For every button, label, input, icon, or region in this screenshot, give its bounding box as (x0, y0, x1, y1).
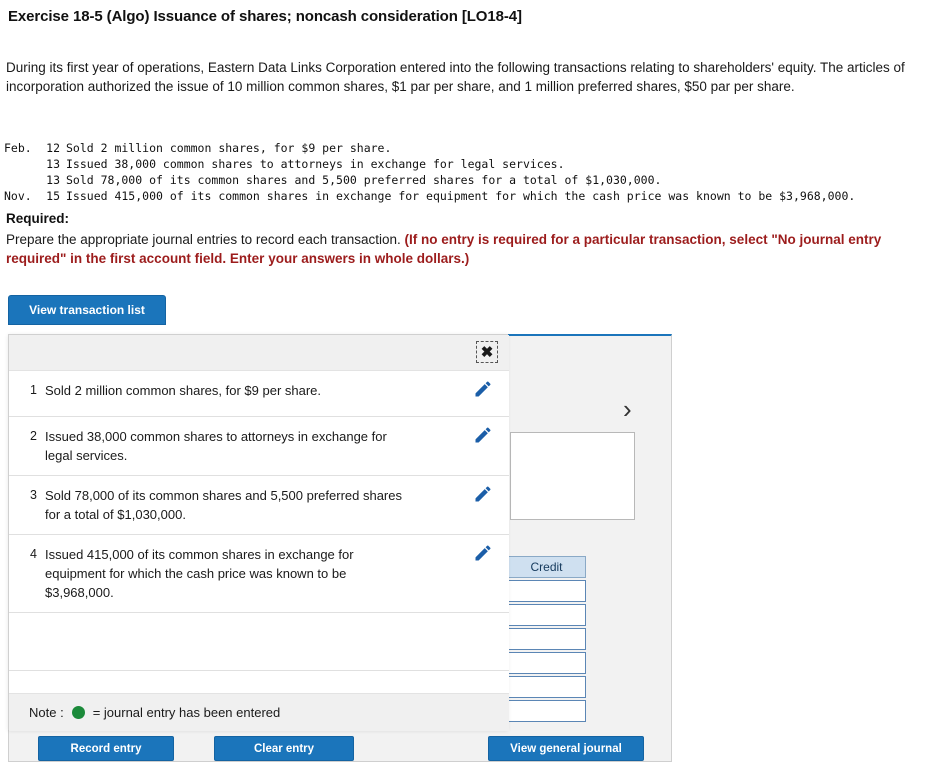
list-item-number: 1 (30, 383, 37, 397)
credit-column-header: Credit (507, 556, 586, 578)
clear-entry-button[interactable]: Clear entry (214, 736, 354, 761)
required-text-plain: Prepare the appropriate journal entries … (6, 232, 405, 247)
transaction-day: 15 (46, 189, 60, 203)
transaction-description: Issued 415,000 of its common shares in e… (66, 189, 856, 203)
list-item-label: Issued 415,000 of its common shares in e… (45, 547, 354, 600)
pencil-icon[interactable] (473, 543, 493, 563)
table-row: Nov. 15 Issued 415,000 of its common sha… (4, 188, 855, 204)
transaction-description: Sold 78,000 of its common shares and 5,5… (66, 173, 662, 187)
transaction-description: Issued 38,000 common shares to attorneys… (66, 157, 565, 171)
credit-input-6[interactable] (507, 700, 586, 722)
modal-header: ✖ (9, 335, 509, 371)
credit-input-2[interactable] (507, 604, 586, 626)
list-item[interactable]: 1 Sold 2 million common shares, for $9 p… (9, 371, 509, 417)
list-item[interactable]: 2 Issued 38,000 common shares to attorne… (9, 417, 509, 476)
credit-input-1[interactable] (507, 580, 586, 602)
transaction-date-table: Feb. 12 Sold 2 million common shares, fo… (4, 140, 855, 204)
list-item-number: 4 (30, 547, 37, 561)
list-item-number: 3 (30, 488, 37, 502)
record-entry-button[interactable]: Record entry (38, 736, 174, 761)
transaction-month (4, 172, 40, 188)
transaction-day: 13 (46, 157, 60, 171)
required-heading: Required: (6, 211, 70, 226)
credit-input-4[interactable] (507, 652, 586, 674)
transaction-list: 1 Sold 2 million common shares, for $9 p… (9, 371, 509, 693)
credit-input-3[interactable] (507, 628, 586, 650)
pencil-icon[interactable] (473, 425, 493, 445)
view-general-journal-button[interactable]: View general journal (488, 736, 644, 761)
transaction-month (4, 156, 40, 172)
transaction-day: 13 (46, 173, 60, 187)
exercise-intro: During its first year of operations, Eas… (6, 60, 905, 94)
exercise-page: Exercise 18-5 (Algo) Issuance of shares;… (0, 0, 946, 762)
list-item-label: Sold 78,000 of its common shares and 5,5… (45, 488, 402, 522)
legend-note-prefix: Note : (29, 705, 64, 720)
credit-input-5[interactable] (507, 676, 586, 698)
pencil-icon[interactable] (473, 484, 493, 504)
pencil-icon[interactable] (473, 379, 493, 399)
list-item-number: 2 (30, 429, 37, 443)
view-transaction-list-button[interactable]: View transaction list (8, 295, 166, 325)
transaction-month: Feb. (4, 141, 32, 155)
transaction-month: Nov. (4, 189, 32, 203)
table-row: Feb. 12 Sold 2 million common shares, fo… (4, 140, 855, 156)
table-row: 13 Sold 78,000 of its common shares and … (4, 172, 855, 188)
close-icon[interactable]: ✖ (476, 341, 498, 363)
table-row: 13 Issued 38,000 common shares to attorn… (4, 156, 855, 172)
empty-list-row (9, 613, 509, 671)
transaction-description: Sold 2 million common shares, for $9 per… (66, 141, 392, 155)
list-item-label: Sold 2 million common shares, for $9 per… (45, 383, 322, 398)
list-item-label: Issued 38,000 common shares to attorneys… (45, 429, 387, 463)
journal-entry-field-box[interactable] (510, 432, 635, 520)
list-item[interactable]: 3 Sold 78,000 of its common shares and 5… (9, 476, 509, 535)
transaction-day: 12 (46, 141, 60, 155)
page-title: Exercise 18-5 (Algo) Issuance of shares;… (8, 8, 522, 25)
list-item[interactable]: 4 Issued 415,000 of its common shares in… (9, 535, 509, 613)
chevron-right-icon[interactable]: › (623, 394, 632, 425)
required-instructions: Prepare the appropriate journal entries … (6, 230, 936, 268)
legend-note-suffix: = journal entry has been entered (92, 705, 281, 720)
transaction-list-modal: ✖ 1 Sold 2 million common shares, for $9… (8, 334, 509, 731)
entered-status-dot-icon (71, 706, 85, 719)
legend-note: Note : = journal entry has been entered (9, 693, 509, 731)
